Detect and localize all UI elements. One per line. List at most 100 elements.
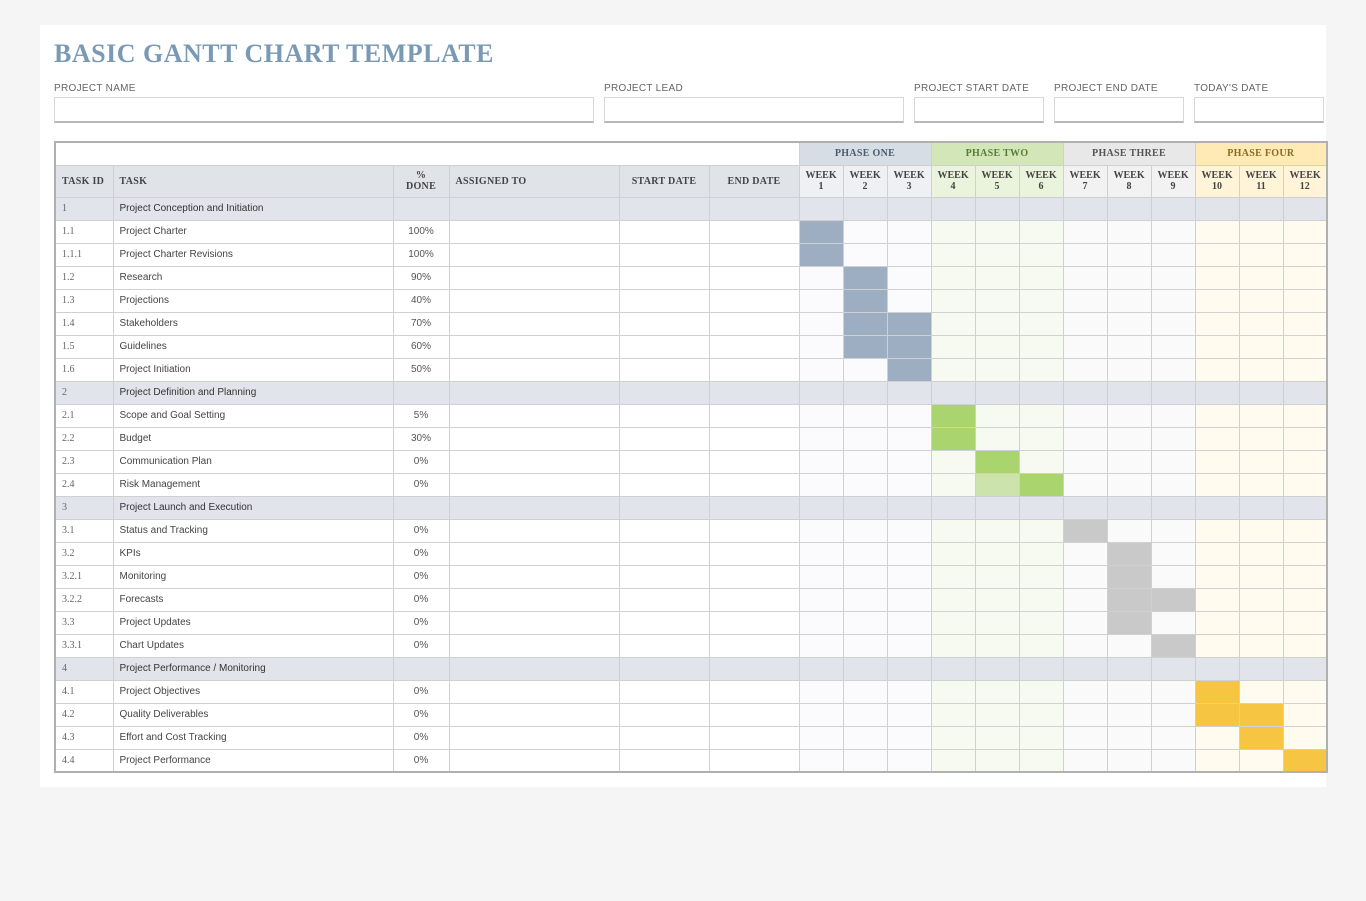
- cell-task-name[interactable]: Project Performance: [113, 749, 393, 772]
- cell-week-11[interactable]: [1239, 312, 1283, 335]
- cell-week-2[interactable]: [843, 427, 887, 450]
- cell-week-12[interactable]: [1283, 749, 1327, 772]
- cell-pct-done[interactable]: 0%: [393, 726, 449, 749]
- cell-week-7[interactable]: [1063, 588, 1107, 611]
- cell-end-date[interactable]: [709, 611, 799, 634]
- cell-week-9[interactable]: [1151, 220, 1195, 243]
- cell-end-date[interactable]: [709, 197, 799, 220]
- cell-week-5[interactable]: [975, 588, 1019, 611]
- start-date-input[interactable]: [914, 97, 1044, 123]
- cell-week-2[interactable]: [843, 335, 887, 358]
- cell-week-5[interactable]: [975, 565, 1019, 588]
- cell-start-date[interactable]: [619, 703, 709, 726]
- cell-assigned-to[interactable]: [449, 427, 619, 450]
- cell-week-2[interactable]: [843, 312, 887, 335]
- cell-week-2[interactable]: [843, 243, 887, 266]
- cell-week-6[interactable]: [1019, 726, 1063, 749]
- cell-week-8[interactable]: [1107, 588, 1151, 611]
- cell-week-4[interactable]: [931, 335, 975, 358]
- cell-task-id[interactable]: 3.2.2: [55, 588, 113, 611]
- cell-week-5[interactable]: [975, 427, 1019, 450]
- cell-week-12[interactable]: [1283, 680, 1327, 703]
- cell-week-7[interactable]: [1063, 335, 1107, 358]
- cell-week-1[interactable]: [799, 749, 843, 772]
- project-lead-input[interactable]: [604, 97, 904, 123]
- cell-task-name[interactable]: Project Conception and Initiation: [113, 197, 393, 220]
- cell-end-date[interactable]: [709, 450, 799, 473]
- cell-week-9[interactable]: [1151, 726, 1195, 749]
- cell-week-1[interactable]: [799, 726, 843, 749]
- cell-week-7[interactable]: [1063, 220, 1107, 243]
- cell-week-1[interactable]: [799, 197, 843, 220]
- cell-week-12[interactable]: [1283, 588, 1327, 611]
- cell-task-name[interactable]: Project Updates: [113, 611, 393, 634]
- cell-week-6[interactable]: [1019, 335, 1063, 358]
- cell-week-6[interactable]: [1019, 427, 1063, 450]
- cell-week-1[interactable]: [799, 680, 843, 703]
- cell-week-4[interactable]: [931, 358, 975, 381]
- cell-week-1[interactable]: [799, 611, 843, 634]
- cell-week-1[interactable]: [799, 358, 843, 381]
- cell-week-2[interactable]: [843, 542, 887, 565]
- cell-week-11[interactable]: [1239, 519, 1283, 542]
- cell-task-name[interactable]: Forecasts: [113, 588, 393, 611]
- cell-start-date[interactable]: [619, 680, 709, 703]
- cell-week-7[interactable]: [1063, 519, 1107, 542]
- cell-week-4[interactable]: [931, 749, 975, 772]
- cell-week-8[interactable]: [1107, 289, 1151, 312]
- cell-week-3[interactable]: [887, 427, 931, 450]
- cell-week-1[interactable]: [799, 450, 843, 473]
- cell-assigned-to[interactable]: [449, 565, 619, 588]
- cell-week-7[interactable]: [1063, 450, 1107, 473]
- cell-task-id[interactable]: 1.6: [55, 358, 113, 381]
- cell-week-12[interactable]: [1283, 312, 1327, 335]
- cell-week-4[interactable]: [931, 565, 975, 588]
- cell-end-date[interactable]: [709, 220, 799, 243]
- cell-week-3[interactable]: [887, 243, 931, 266]
- cell-week-1[interactable]: [799, 427, 843, 450]
- cell-week-10[interactable]: [1195, 657, 1239, 680]
- cell-week-8[interactable]: [1107, 335, 1151, 358]
- cell-week-10[interactable]: [1195, 197, 1239, 220]
- cell-task-id[interactable]: 1.5: [55, 335, 113, 358]
- cell-week-11[interactable]: [1239, 381, 1283, 404]
- cell-week-10[interactable]: [1195, 542, 1239, 565]
- cell-pct-done[interactable]: 0%: [393, 473, 449, 496]
- cell-assigned-to[interactable]: [449, 358, 619, 381]
- cell-task-name[interactable]: Research: [113, 266, 393, 289]
- cell-week-3[interactable]: [887, 680, 931, 703]
- cell-week-4[interactable]: [931, 450, 975, 473]
- cell-week-9[interactable]: [1151, 634, 1195, 657]
- cell-week-1[interactable]: [799, 266, 843, 289]
- cell-week-9[interactable]: [1151, 749, 1195, 772]
- cell-task-id[interactable]: 2.2: [55, 427, 113, 450]
- cell-pct-done[interactable]: 100%: [393, 220, 449, 243]
- cell-week-10[interactable]: [1195, 634, 1239, 657]
- cell-pct-done[interactable]: 30%: [393, 427, 449, 450]
- cell-week-2[interactable]: [843, 289, 887, 312]
- cell-week-8[interactable]: [1107, 220, 1151, 243]
- cell-pct-done[interactable]: 0%: [393, 450, 449, 473]
- cell-week-4[interactable]: [931, 404, 975, 427]
- cell-assigned-to[interactable]: [449, 680, 619, 703]
- cell-week-11[interactable]: [1239, 565, 1283, 588]
- cell-week-7[interactable]: [1063, 266, 1107, 289]
- cell-week-5[interactable]: [975, 450, 1019, 473]
- cell-week-3[interactable]: [887, 312, 931, 335]
- cell-week-1[interactable]: [799, 657, 843, 680]
- cell-week-3[interactable]: [887, 404, 931, 427]
- cell-week-4[interactable]: [931, 519, 975, 542]
- cell-week-2[interactable]: [843, 588, 887, 611]
- cell-end-date[interactable]: [709, 473, 799, 496]
- cell-start-date[interactable]: [619, 243, 709, 266]
- cell-week-11[interactable]: [1239, 404, 1283, 427]
- cell-week-4[interactable]: [931, 703, 975, 726]
- cell-end-date[interactable]: [709, 726, 799, 749]
- cell-week-12[interactable]: [1283, 657, 1327, 680]
- cell-week-10[interactable]: [1195, 680, 1239, 703]
- cell-task-name[interactable]: Project Performance / Monitoring: [113, 657, 393, 680]
- cell-week-5[interactable]: [975, 726, 1019, 749]
- cell-week-9[interactable]: [1151, 496, 1195, 519]
- cell-week-7[interactable]: [1063, 634, 1107, 657]
- cell-end-date[interactable]: [709, 358, 799, 381]
